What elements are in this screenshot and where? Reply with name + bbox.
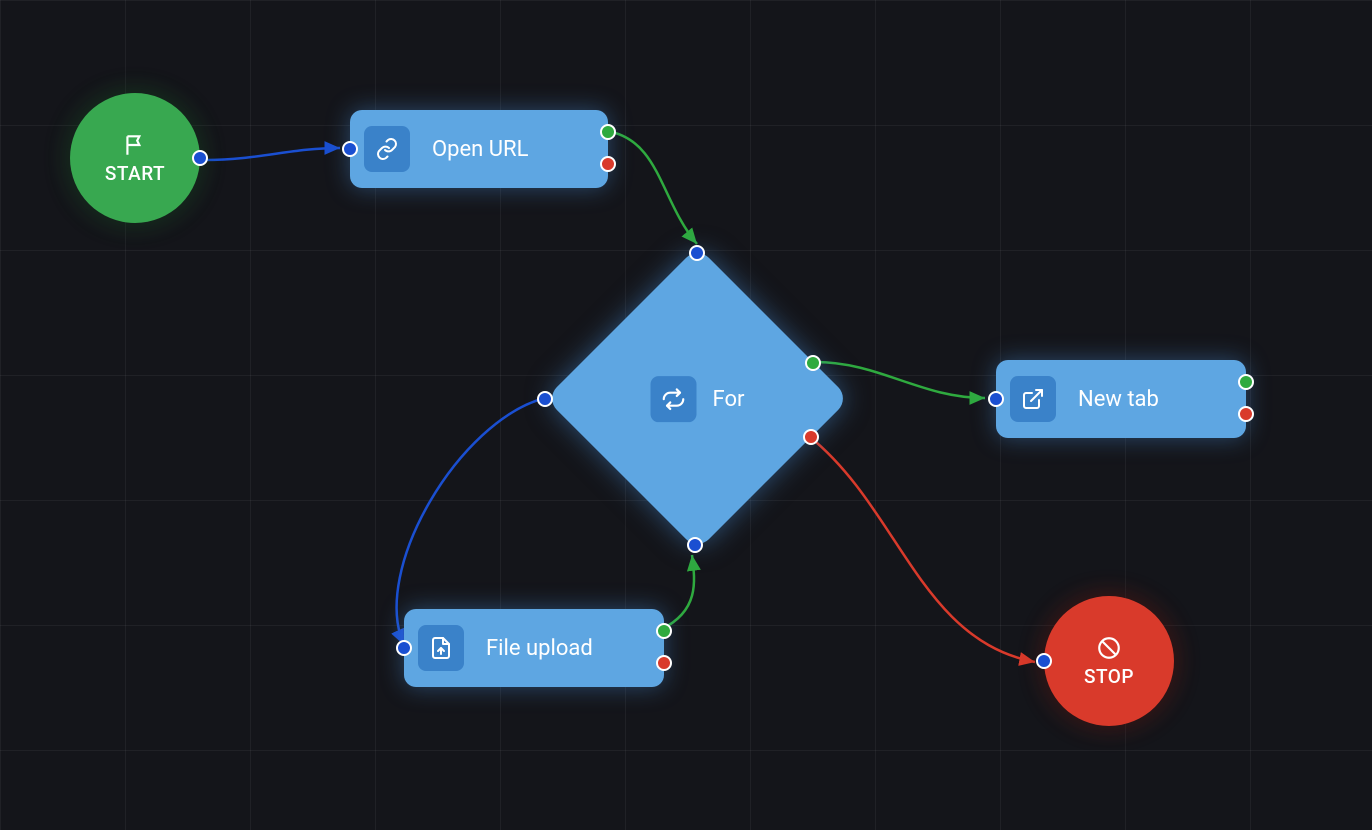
new-tab-out-fail[interactable] [1238,406,1254,422]
new-tab-out-success[interactable] [1238,374,1254,390]
file-upload-icon [429,636,453,660]
open-url-node[interactable]: Open URL [350,110,608,188]
for-label: For [713,386,745,411]
open-url-out-success[interactable] [600,124,616,140]
external-link-icon [1021,387,1045,411]
file-upload-out-fail[interactable] [656,655,672,671]
edge-for-to-stop [810,437,1035,662]
edge-for-to-fileupload [397,398,545,645]
open-url-label: Open URL [432,137,528,162]
edge-openurl-to-for [607,131,697,244]
loop-icon [661,386,687,412]
flow-canvas[interactable]: START Open URL [0,0,1372,830]
open-url-in-port[interactable] [342,141,358,157]
start-node[interactable]: START [70,93,200,223]
start-label: START [105,162,165,185]
edge-fileupload-to-for [662,555,694,629]
file-upload-out-success[interactable] [656,623,672,639]
for-loop-node[interactable]: For [545,246,849,550]
flag-icon [122,132,148,158]
edge-start-to-openurl [205,148,340,160]
new-tab-label: New tab [1078,387,1159,412]
stop-icon [1096,635,1122,661]
open-url-out-fail[interactable] [600,156,616,172]
new-tab-in-port[interactable] [988,391,1004,407]
for-out-done[interactable] [803,429,819,445]
file-upload-node[interactable]: File upload [404,609,664,687]
link-icon [375,137,399,161]
new-tab-node[interactable]: New tab [996,360,1246,438]
file-upload-in-port[interactable] [396,640,412,656]
start-out-port[interactable] [192,150,208,166]
stop-label: STOP [1084,665,1134,688]
stop-node[interactable]: STOP [1044,596,1174,726]
for-out-loop[interactable] [805,355,821,371]
stop-in-port[interactable] [1036,653,1052,669]
for-in-top[interactable] [689,245,705,261]
file-upload-label: File upload [486,636,593,661]
for-in-left[interactable] [537,391,553,407]
for-in-bottom[interactable] [687,537,703,553]
